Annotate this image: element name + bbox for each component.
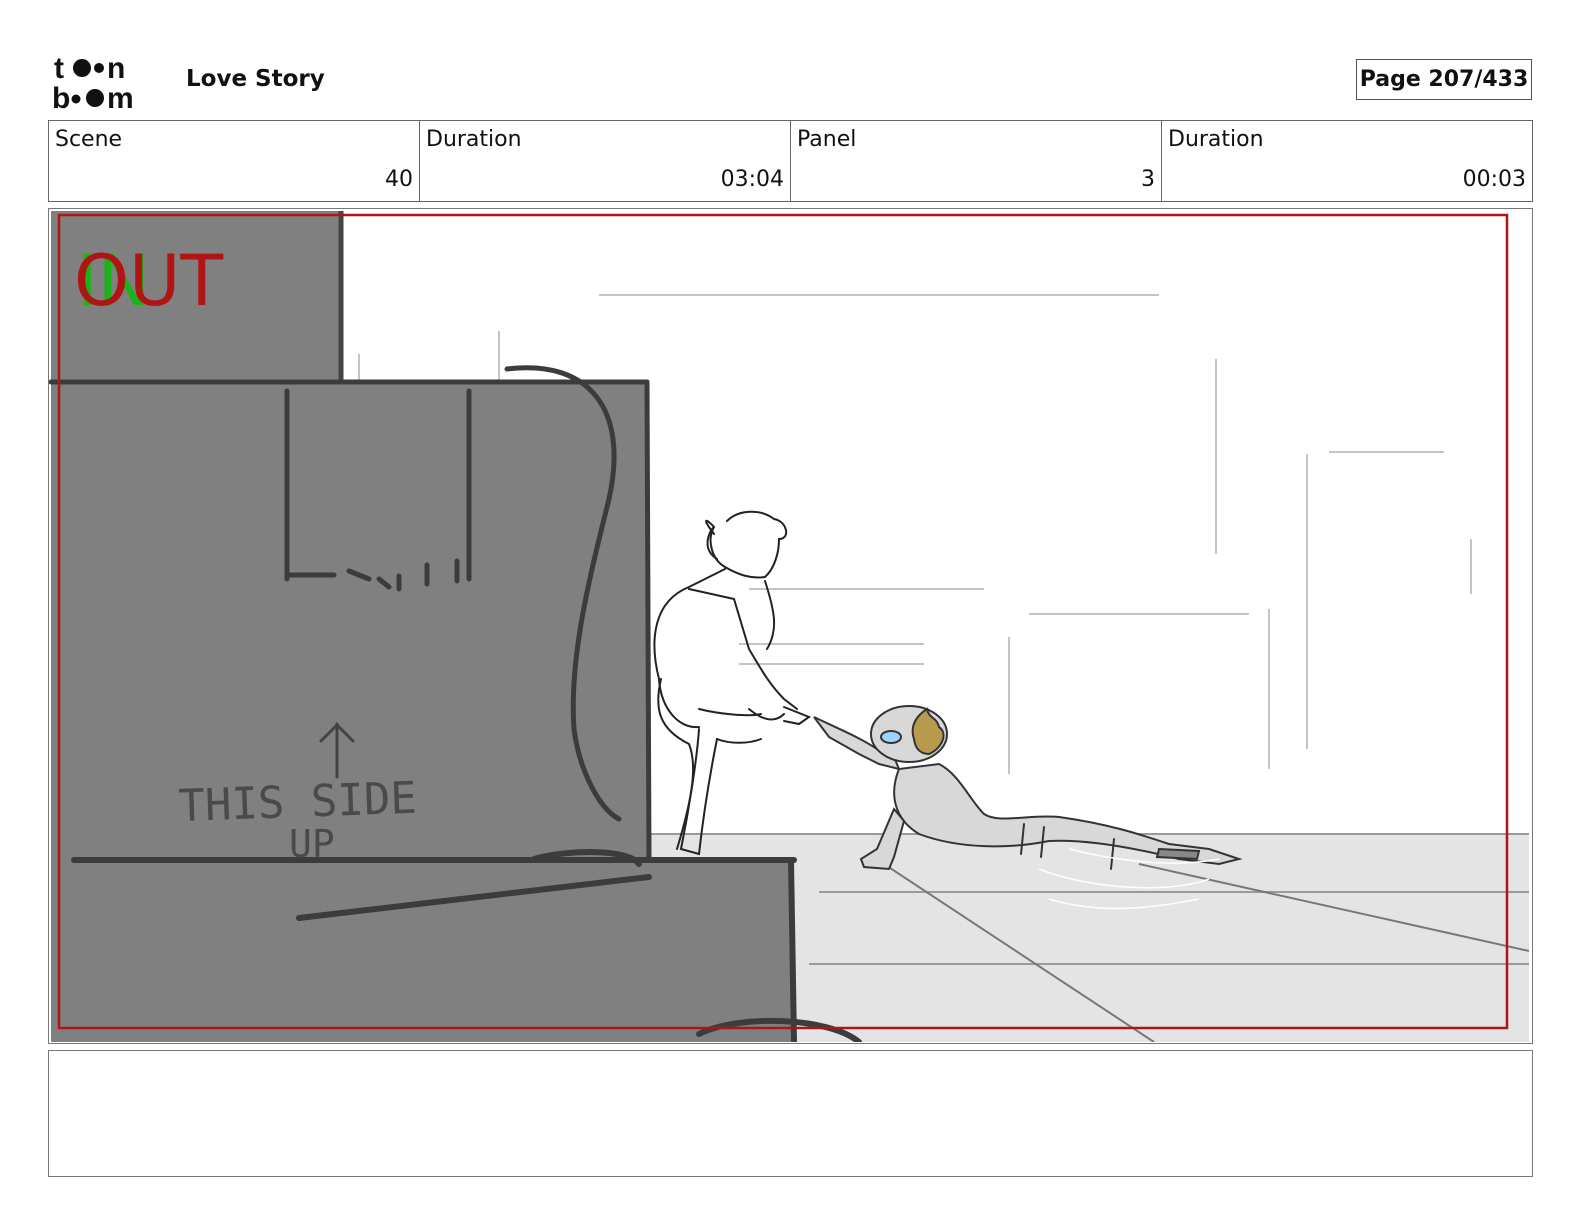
- scene-duration-label: Duration: [426, 127, 522, 152]
- scene-value: 40: [385, 167, 413, 192]
- scene-info-table: Scene 40 Duration 03:04 Panel 3 Duration…: [48, 120, 1533, 202]
- panel-label: Panel: [797, 127, 857, 152]
- panel-value: 3: [1141, 167, 1155, 192]
- scene-duration-value: 03:04: [720, 167, 784, 192]
- svg-text:m: m: [107, 82, 134, 112]
- page-indicator: Page 207/433: [1356, 59, 1532, 100]
- svg-text:b: b: [52, 82, 70, 112]
- panel-duration-label: Duration: [1168, 127, 1264, 152]
- svg-text:t: t: [54, 52, 64, 85]
- scene-label: Scene: [55, 127, 123, 152]
- crate-bottom: [51, 859, 794, 1042]
- panel-duration-cell: Duration 00:03: [1162, 121, 1532, 201]
- scene-cell: Scene 40: [49, 121, 420, 201]
- svg-text:n: n: [107, 52, 125, 85]
- storyboard-panel: THIS SIDE UP IN OUT: [48, 208, 1533, 1044]
- box-text-line2: UP: [289, 822, 335, 866]
- panel-notes: [48, 1050, 1533, 1177]
- project-title: Love Story: [186, 66, 325, 92]
- panel-cell: Panel 3: [791, 121, 1162, 201]
- panel-duration-value: 00:03: [1462, 167, 1526, 192]
- scene-duration-cell: Duration 03:04: [420, 121, 791, 201]
- standing-character: [653, 510, 812, 856]
- out-marker: OUT: [74, 240, 223, 322]
- toon-boom-logo: t n b m: [52, 52, 134, 112]
- panel-drawing: THIS SIDE UP IN OUT: [49, 211, 1530, 1042]
